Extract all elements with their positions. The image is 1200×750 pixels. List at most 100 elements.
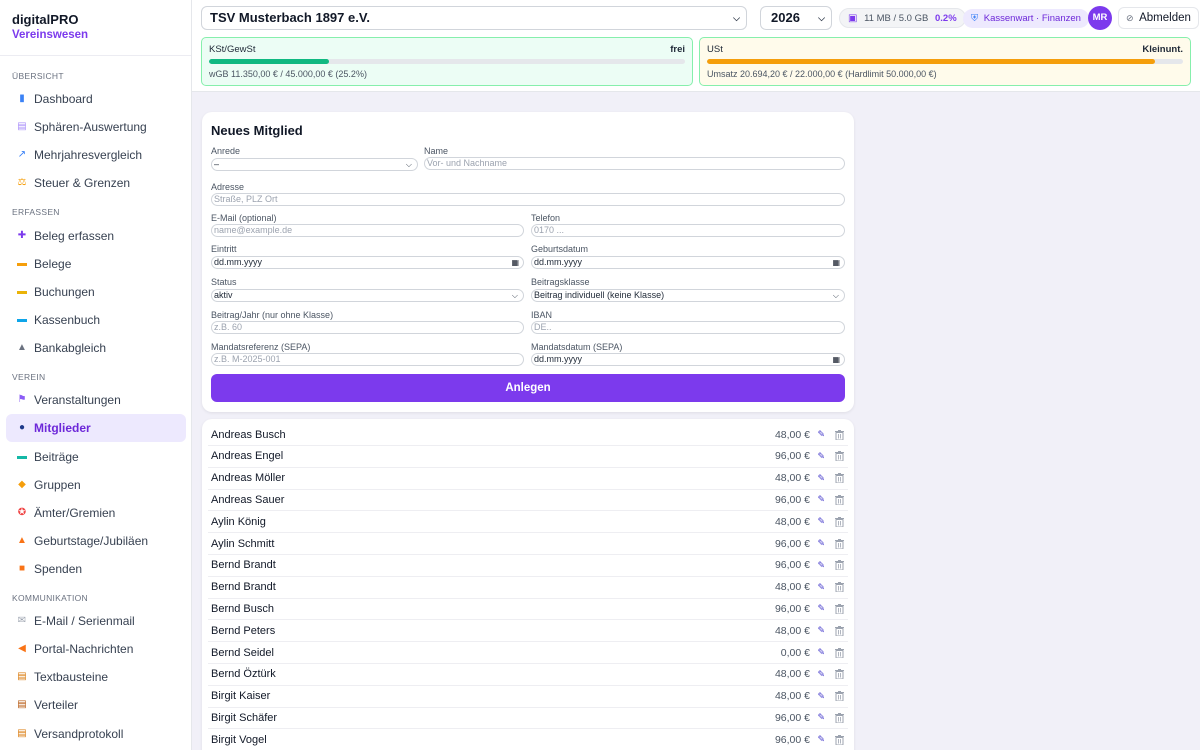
member-row[interactable]: Andreas Busch 48,00 € ✎: [208, 424, 848, 446]
year-select-value: 2026: [771, 10, 800, 25]
sidebar-item-dashboard[interactable]: ▮ Dashboard: [6, 85, 186, 113]
calendar-icon[interactable]: ▦: [511, 257, 519, 268]
trash-icon[interactable]: [835, 582, 844, 593]
beitrag-input[interactable]: z.B. 60: [211, 321, 524, 334]
trash-icon[interactable]: [835, 494, 844, 505]
member-row[interactable]: Birgit Kaiser 48,00 € ✎: [208, 686, 848, 708]
member-name: Bernd Seidel: [211, 646, 274, 659]
member-row[interactable]: Andreas Sauer 96,00 € ✎: [208, 489, 848, 512]
member-row[interactable]: Birgit Vogel 96,00 € ✎: [208, 729, 848, 750]
beitragsklasse-select[interactable]: Beitrag individuell (keine Klasse) ⌵: [531, 289, 845, 302]
trash-icon[interactable]: [835, 451, 844, 462]
trash-icon[interactable]: [835, 429, 844, 440]
sidebar-item-belege[interactable]: ▬ Belege: [6, 250, 186, 278]
calendar-icon[interactable]: ▦: [832, 354, 840, 365]
trash-icon[interactable]: [835, 625, 844, 636]
eintritt-date-input[interactable]: dd.mm.yyyy ▦: [211, 256, 524, 269]
pencil-icon[interactable]: ✎: [817, 734, 825, 745]
pencil-icon[interactable]: ✎: [817, 647, 825, 658]
member-row[interactable]: Aylin König 48,00 € ✎: [208, 511, 848, 534]
pencil-icon[interactable]: ✎: [817, 582, 825, 593]
kst-detail: wGB 11.350,00 € / 45.000,00 € (25.2%): [209, 69, 367, 79]
cake-icon: ▲: [17, 535, 27, 546]
calendar-icon[interactable]: ▦: [832, 257, 840, 268]
pencil-icon[interactable]: ✎: [817, 560, 825, 571]
sidebar-item-veranstaltungen[interactable]: ⚑ Veranstaltungen: [6, 386, 186, 414]
email-input[interactable]: name@example.de: [211, 224, 524, 237]
member-row[interactable]: Bernd Brandt 96,00 € ✎: [208, 555, 848, 577]
logout-button[interactable]: ⊘ Abmelden: [1118, 7, 1199, 29]
avatar[interactable]: MR: [1088, 6, 1112, 30]
trash-icon[interactable]: [835, 538, 844, 549]
member-fee: 48,00 €: [774, 472, 810, 485]
trash-icon[interactable]: [835, 647, 844, 658]
member-row[interactable]: Bernd Peters 48,00 € ✎: [208, 620, 848, 643]
pencil-icon[interactable]: ✎: [817, 691, 825, 702]
member-row[interactable]: Bernd Öztürk 48,00 € ✎: [208, 664, 848, 686]
sidebar-item-ämter-gremien[interactable]: ✪ Ämter/Gremien: [6, 499, 186, 527]
memo-icon: ▤: [17, 671, 27, 682]
member-row[interactable]: Andreas Engel 96,00 € ✎: [208, 446, 848, 468]
anrede-select[interactable]: – ⌵: [211, 158, 418, 171]
sidebar-item-beiträge[interactable]: ▬ Beiträge: [6, 443, 186, 471]
trash-icon[interactable]: [835, 669, 844, 680]
bank-icon: ▲: [17, 342, 27, 353]
sidebar-item-textbausteine[interactable]: ▤ Textbausteine: [6, 663, 186, 691]
trash-icon[interactable]: [835, 734, 844, 745]
status-select[interactable]: aktiv ⌵: [211, 289, 524, 302]
create-member-button[interactable]: Anlegen: [211, 374, 845, 402]
pencil-icon[interactable]: ✎: [817, 429, 825, 440]
pencil-icon[interactable]: ✎: [817, 538, 825, 549]
sidebar-item-spenden[interactable]: ■ Spenden: [6, 555, 186, 583]
pencil-icon[interactable]: ✎: [817, 494, 825, 505]
sidebar-item-portal-nachrichten[interactable]: ◀ Portal-Nachrichten: [6, 635, 186, 663]
pencil-icon[interactable]: ✎: [817, 669, 825, 680]
logout-icon: ⊘: [1126, 13, 1134, 23]
sidebar-item-steuer-grenzen[interactable]: ⚖ Steuer & Grenzen: [6, 169, 186, 197]
pencil-icon[interactable]: ✎: [817, 451, 825, 462]
pencil-icon[interactable]: ✎: [817, 712, 825, 723]
trash-icon[interactable]: [835, 712, 844, 723]
sidebar-item-label: Spenden: [34, 562, 83, 576]
member-row[interactable]: Aylin Schmitt 96,00 € ✎: [208, 533, 848, 555]
pencil-icon[interactable]: ✎: [817, 516, 825, 527]
sidebar-item-label: Textbausteine: [34, 670, 109, 684]
adresse-input[interactable]: Straße, PLZ Ort: [211, 193, 845, 206]
telefon-input[interactable]: 0170 ...: [531, 224, 845, 237]
sidebar-item-mitglieder[interactable]: ● Mitglieder: [6, 414, 186, 442]
pencil-icon[interactable]: ✎: [817, 473, 825, 484]
name-input[interactable]: Vor- und Nachname: [424, 157, 845, 170]
trash-icon[interactable]: [835, 691, 844, 702]
sidebar-item-sphären-auswertung[interactable]: ▤ Sphären-Auswertung: [6, 113, 186, 141]
sidebar-item-mehrjahresvergleich[interactable]: ↗ Mehrjahresvergleich: [6, 141, 186, 169]
mandatsreferenz-input[interactable]: z.B. M-2025-001: [211, 353, 524, 366]
pencil-icon[interactable]: ✎: [817, 625, 825, 636]
sidebar-item-kassenbuch[interactable]: ▬ Kassenbuch: [6, 306, 186, 334]
iban-input[interactable]: DE..: [531, 321, 845, 334]
member-row[interactable]: Bernd Seidel 0,00 € ✎: [208, 642, 848, 664]
member-fee: 96,00 €: [774, 450, 810, 463]
member-row[interactable]: Andreas Möller 48,00 € ✎: [208, 468, 848, 490]
member-row[interactable]: Birgit Schäfer 96,00 € ✎: [208, 707, 848, 730]
trash-icon[interactable]: [835, 603, 844, 614]
member-row[interactable]: Bernd Brandt 48,00 € ✎: [208, 577, 848, 599]
sidebar-item-versandprotokoll[interactable]: ▤ Versandprotokoll: [6, 720, 186, 748]
sidebar-item-e-mail-serienmail[interactable]: ✉ E-Mail / Serienmail: [6, 607, 186, 635]
sidebar-item-geburtstage-jubiläen[interactable]: ▲ Geburtstage/Jubiläen: [6, 527, 186, 555]
trash-icon[interactable]: [835, 516, 844, 527]
geburtsdatum-date-input[interactable]: dd.mm.yyyy ▦: [531, 256, 845, 269]
mandatsdatum-date-input[interactable]: dd.mm.yyyy ▦: [531, 353, 845, 366]
trash-icon[interactable]: [835, 473, 844, 484]
club-select[interactable]: TSV Musterbach 1897 e.V. ⌵: [201, 6, 747, 30]
sidebar-item-verteiler[interactable]: ▤ Verteiler: [6, 691, 186, 719]
member-row[interactable]: Bernd Busch 96,00 € ✎: [208, 598, 848, 621]
pencil-icon[interactable]: ✎: [817, 603, 825, 614]
sidebar-item-bankabgleich[interactable]: ▲ Bankabgleich: [6, 334, 186, 362]
sidebar-item-buchungen[interactable]: ▬ Buchungen: [6, 278, 186, 306]
sidebar-item-beleg-erfassen[interactable]: ✚ Beleg erfassen: [6, 222, 186, 250]
folder-icon: ▬: [17, 258, 27, 269]
year-select[interactable]: 2026 ⌵: [760, 6, 832, 30]
kst-progress-fill: [209, 59, 329, 64]
trash-icon[interactable]: [835, 560, 844, 571]
sidebar-item-gruppen[interactable]: ◆ Gruppen: [6, 471, 186, 499]
